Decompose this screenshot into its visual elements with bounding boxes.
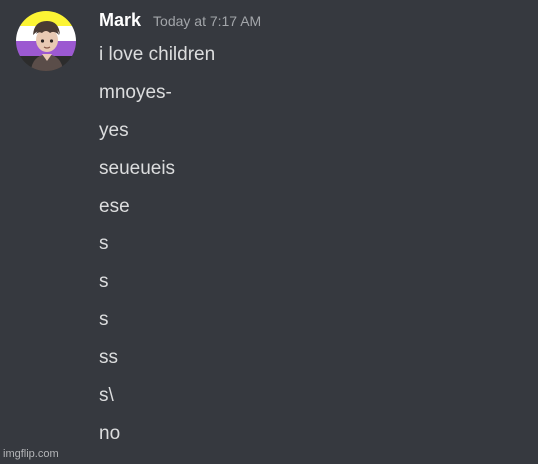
imgflip-watermark: imgflip.com	[3, 448, 59, 460]
message-line: s	[99, 309, 109, 330]
message-line: ss	[99, 347, 118, 368]
timestamp[interactable]: Today at 7:17 AM	[153, 13, 261, 29]
message-line: i love children	[99, 44, 216, 65]
avatar-character-icon	[31, 21, 63, 71]
avatar[interactable]	[16, 11, 76, 71]
message-line: s	[99, 271, 109, 292]
username[interactable]: Mark	[99, 10, 141, 31]
message-line: s	[99, 233, 109, 254]
message-line: mnoyes-	[99, 82, 172, 103]
message-line: yes	[99, 120, 129, 141]
message-header: Mark Today at 7:17 AM	[99, 10, 261, 36]
message-group: Mark Today at 7:17 AM i love children mn…	[0, 0, 538, 464]
message-line: s\	[99, 385, 114, 406]
message-line: ese	[99, 196, 130, 217]
message-line: no	[99, 423, 121, 444]
message-line: seueueis	[99, 158, 176, 179]
